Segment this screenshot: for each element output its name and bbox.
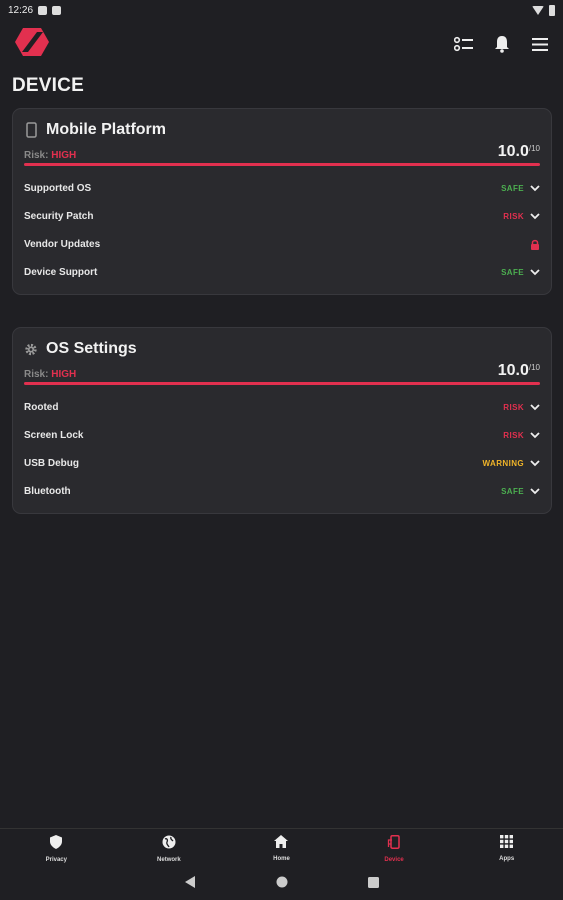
nav-item-home[interactable]: Home — [225, 829, 338, 868]
risk-level: HIGH — [51, 369, 77, 380]
card-os-settings: OS Settings Risk: HIGH 10.0/10 Rooted RI… — [12, 327, 552, 514]
notification-icon — [38, 5, 48, 15]
status-badge: RISK — [503, 211, 524, 221]
checklist-icon[interactable] — [453, 33, 475, 55]
item-security-patch[interactable]: Security Patch RISK — [24, 202, 540, 230]
nav-label: Device — [384, 856, 404, 863]
item-label: Vendor Updates — [24, 238, 101, 250]
apps-grid-icon — [500, 835, 514, 853]
shield-icon — [50, 834, 63, 854]
risk-level: HIGH — [51, 150, 77, 161]
globe-icon — [162, 835, 176, 854]
app-logo[interactable] — [14, 26, 50, 63]
status-badge: SAFE — [501, 486, 524, 496]
chevron-down-icon[interactable] — [530, 486, 540, 496]
status-badge: RISK — [503, 430, 524, 440]
item-label: Device Support — [24, 266, 98, 278]
item-label: USB Debug — [24, 457, 79, 469]
risk-row: Risk: HIGH 10.0/10 — [24, 362, 540, 380]
risk-bar — [24, 382, 540, 385]
item-status-group: WARNING — [483, 458, 540, 468]
score-denominator: /10 — [528, 144, 540, 153]
risk-score: 10.0/10 — [498, 362, 540, 380]
status-left: 12:26 — [8, 4, 62, 16]
bottom-nav: Privacy Network Home Device Apps — [0, 828, 563, 868]
item-label: Security Patch — [24, 210, 94, 222]
item-supported-os[interactable]: Supported OS SAFE — [24, 174, 540, 202]
card-title-text: Mobile Platform — [46, 121, 167, 138]
item-status-group: SAFE — [501, 486, 540, 496]
risk-label-text: Risk: — [24, 150, 49, 161]
score-denominator: /10 — [528, 363, 540, 372]
sim-icon — [52, 5, 62, 15]
item-label: Rooted — [24, 401, 59, 413]
nav-label: Home — [273, 856, 290, 862]
item-status-group: SAFE — [501, 183, 540, 193]
nav-label: Privacy — [45, 856, 67, 863]
item-label: Screen Lock — [24, 429, 84, 441]
risk-label: Risk: HIGH — [24, 369, 76, 380]
nav-item-device[interactable]: Device — [338, 829, 451, 868]
nav-item-privacy[interactable]: Privacy — [0, 829, 113, 868]
bell-icon[interactable] — [491, 33, 513, 55]
score-value: 10.0 — [497, 362, 529, 379]
back-icon[interactable] — [184, 875, 196, 893]
chevron-down-icon[interactable] — [530, 183, 540, 193]
header-actions — [453, 33, 551, 55]
status-right — [532, 4, 555, 16]
item-screen-lock[interactable]: Screen Lock RISK — [24, 421, 540, 449]
page-title: DEVICE — [12, 75, 84, 96]
item-status-group: RISK — [503, 402, 540, 412]
system-nav-bar — [0, 868, 563, 900]
battery-icon — [549, 4, 555, 16]
status-badge: SAFE — [501, 183, 524, 193]
device-icon — [387, 834, 401, 854]
item-status-group: SAFE — [501, 267, 540, 277]
nav-label: Apps — [499, 856, 515, 862]
item-label: Bluetooth — [24, 485, 71, 497]
chevron-down-icon[interactable] — [530, 267, 540, 277]
item-vendor-updates[interactable]: Vendor Updates — [24, 230, 540, 258]
item-status-group: RISK — [503, 211, 540, 221]
item-bluetooth[interactable]: Bluetooth SAFE — [24, 477, 540, 505]
chevron-down-icon[interactable] — [530, 211, 540, 221]
risk-bar — [24, 163, 540, 166]
item-device-support[interactable]: Device Support SAFE — [24, 258, 540, 286]
status-badge: SAFE — [501, 267, 524, 277]
item-rooted[interactable]: Rooted RISK — [24, 393, 540, 421]
status-time: 12:26 — [8, 4, 34, 16]
chevron-down-icon[interactable] — [530, 402, 540, 412]
risk-row: Risk: HIGH 10.0/10 — [24, 143, 540, 161]
lock-icon — [530, 239, 540, 250]
risk-label: Risk: HIGH — [24, 150, 76, 161]
status-bar: 12:26 — [0, 0, 563, 20]
card-title: Mobile Platform — [24, 121, 540, 139]
wifi-icon — [532, 5, 544, 15]
item-label: Supported OS — [24, 182, 92, 194]
nav-item-apps[interactable]: Apps — [450, 829, 563, 868]
app-header — [0, 20, 563, 68]
status-badge: RISK — [503, 402, 524, 412]
status-badge: WARNING — [482, 458, 524, 468]
risk-label-text: Risk: — [24, 369, 49, 380]
home-icon — [274, 835, 289, 853]
item-status-group — [530, 239, 540, 250]
score-value: 10.0 — [497, 143, 529, 160]
phone-icon — [24, 122, 38, 138]
nav-item-network[interactable]: Network — [113, 829, 226, 868]
risk-score: 10.0/10 — [498, 143, 540, 161]
menu-icon[interactable] — [529, 33, 551, 55]
item-status-group: RISK — [503, 430, 540, 440]
chevron-down-icon[interactable] — [530, 430, 540, 440]
home-circle-icon[interactable] — [276, 875, 288, 893]
chevron-down-icon[interactable] — [530, 458, 540, 468]
card-title: OS Settings — [24, 340, 540, 358]
card-mobile-platform: Mobile Platform Risk: HIGH 10.0/10 Suppo… — [12, 108, 552, 295]
card-title-text: OS Settings — [46, 340, 137, 357]
nav-label: Network — [157, 856, 181, 863]
recents-icon[interactable] — [367, 875, 379, 893]
gear-icon — [24, 341, 38, 357]
item-usb-debug[interactable]: USB Debug WARNING — [24, 449, 540, 477]
